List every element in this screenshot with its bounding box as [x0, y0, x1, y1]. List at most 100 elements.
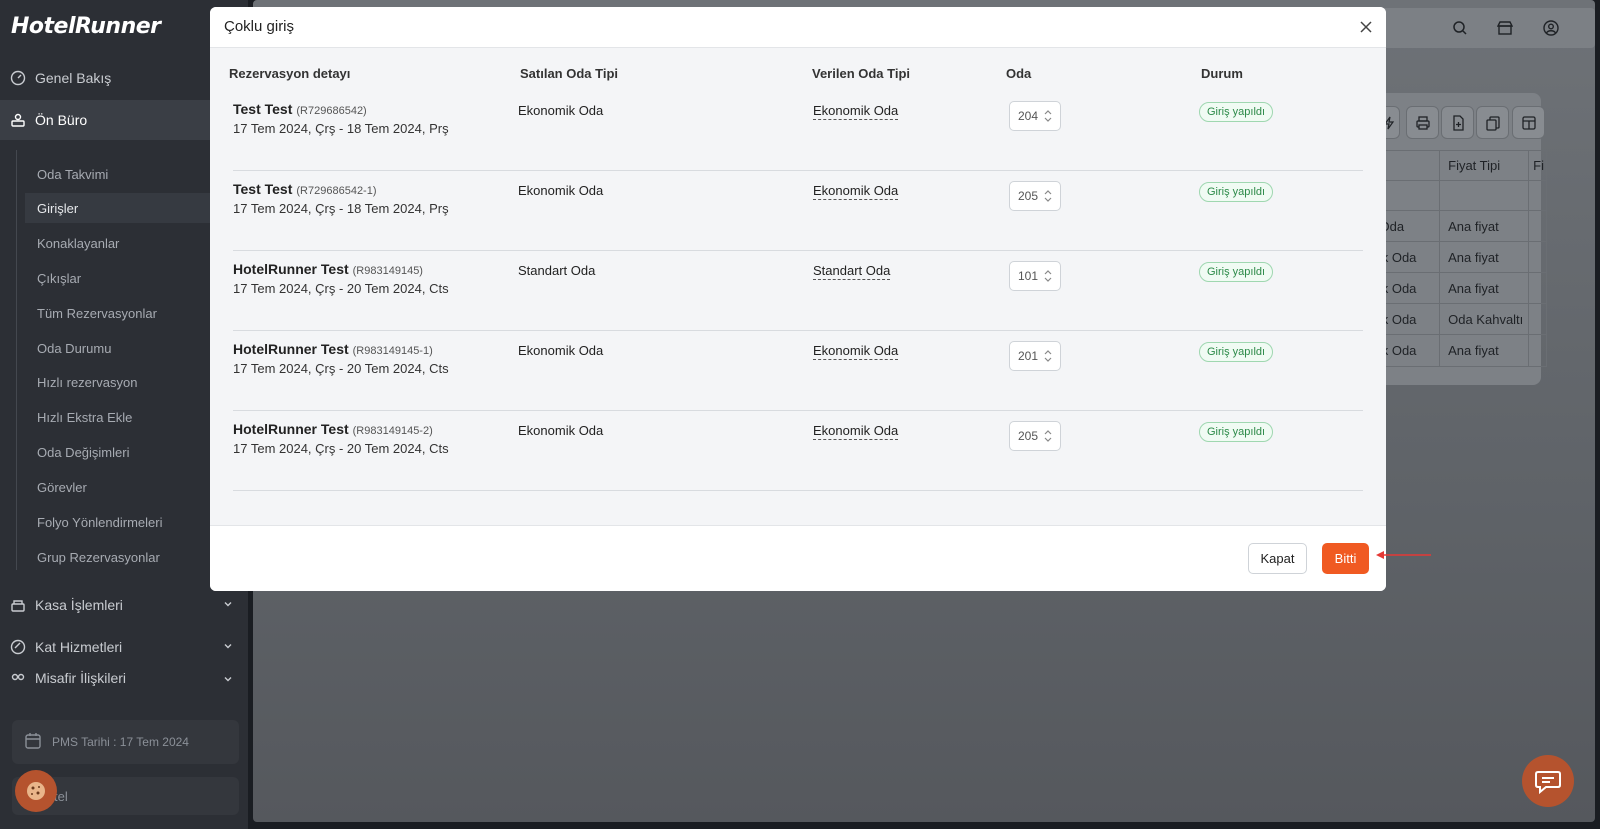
room-select[interactable]: 204 — [1009, 101, 1061, 131]
multi-checkin-modal: Çoklu giriş Rezervasyon detayı Satılan O… — [210, 7, 1386, 591]
nav-guest-relations-label: Misafir İlişkileri — [35, 670, 126, 686]
table-row: Test Test (R729686542-1) 17 Tem 2024, Çrş… — [233, 171, 1363, 251]
guest-name: Test Test (R729686542) — [233, 101, 367, 117]
add-document-icon[interactable] — [1441, 106, 1474, 139]
nav-cash-operations-label: Kasa İşlemleri — [35, 597, 123, 613]
pms-date: PMS Tarihi : 17 Tem 2024 — [12, 720, 239, 764]
pms-date-label: PMS Tarihi : 17 Tem 2024 — [52, 735, 189, 749]
table-cell: Ana fiyat — [1439, 211, 1528, 241]
guest-name-text: Test Test — [233, 181, 293, 197]
column-header-given-type: Verilen Oda Tipi — [812, 66, 911, 81]
annotation-arrow-icon — [1374, 548, 1432, 562]
reservation-code: (R729686542-1) — [296, 185, 377, 197]
nav-guest-relations[interactable]: Misafir İlişkileri — [0, 668, 248, 692]
room-select-value: 204 — [1018, 109, 1039, 123]
close-icon[interactable] — [1356, 17, 1376, 37]
stay-dates: 17 Tem 2024, Çrş - 20 Tem 2024, Cts — [233, 441, 449, 456]
chevron-down-icon — [222, 639, 234, 655]
table-row: mik Oda Ana fiyat — [1368, 273, 1546, 304]
room-select[interactable]: 205 — [1009, 421, 1061, 451]
table-cell — [1528, 242, 1546, 272]
nav-housekeeping[interactable]: Kat Hizmetleri — [0, 627, 248, 667]
nav-cash-operations[interactable]: Kasa İşlemleri — [0, 585, 248, 625]
table-row: HotelRunner Test (R983149145-2) 17 Tem 20… — [233, 411, 1363, 491]
room-select[interactable]: 101 — [1009, 261, 1061, 291]
store-icon[interactable] — [1495, 18, 1515, 38]
guest-name-text: HotelRunner Test — [233, 341, 349, 357]
chat-icon[interactable] — [1522, 755, 1574, 807]
stay-dates: 17 Tem 2024, Çrş - 20 Tem 2024, Cts — [233, 361, 449, 376]
close-button[interactable]: Kapat — [1248, 543, 1307, 574]
room-select-value: 205 — [1018, 429, 1039, 443]
table-row: Test Test (R729686542) 17 Tem 2024, Çrş -… — [233, 91, 1363, 171]
nav-housekeeping-label: Kat Hizmetleri — [35, 639, 123, 655]
room-select[interactable]: 205 — [1009, 181, 1061, 211]
updown-icon — [1044, 110, 1052, 125]
reservation-code: (R983149145) — [352, 265, 423, 277]
room-select[interactable]: 201 — [1009, 341, 1061, 371]
given-room-type[interactable]: Ekonomik Oda — [813, 423, 899, 440]
table-filter-cell — [1439, 181, 1528, 210]
chevron-down-icon — [222, 672, 234, 688]
room-select-value: 101 — [1018, 269, 1039, 283]
nav-front-desk-label: Ön Büro — [35, 112, 88, 128]
updown-icon — [1044, 350, 1052, 365]
brand-logo: HotelRunner — [11, 14, 161, 39]
user-icon[interactable] — [1541, 18, 1561, 38]
reservation-code: (R983149145-2) — [352, 425, 433, 437]
status-badge: Giriş yapıldı — [1199, 182, 1274, 202]
guest-name: Test Test (R729686542-1) — [233, 181, 377, 197]
room-select-value: 201 — [1018, 349, 1039, 363]
table-cell: Ana fiyat — [1439, 242, 1528, 272]
given-room-type[interactable]: Ekonomik Oda — [813, 343, 899, 360]
table-row: mik Oda Ana fiyat — [1368, 335, 1546, 366]
column-header-sold-type: Satılan Oda Tipi — [520, 66, 619, 81]
done-button[interactable]: Bitti — [1322, 543, 1369, 574]
guest-name-text: Test Test — [233, 101, 293, 117]
layout-icon[interactable] — [1512, 106, 1545, 139]
stay-dates: 17 Tem 2024, Çrş - 18 Tem 2024, Prş — [233, 201, 449, 216]
table-row: HotelRunner Test (R983149145) 17 Tem 2024… — [233, 251, 1363, 331]
search-icon[interactable] — [1450, 18, 1470, 38]
table-header-cell: Fi — [1528, 151, 1546, 180]
guest-name: HotelRunner Test (R983149145-2) — [233, 421, 433, 437]
reservation-code: (R983149145-1) — [352, 345, 433, 357]
guest-relations-icon — [9, 670, 27, 688]
updown-icon — [1044, 190, 1052, 205]
status-badge: Giriş yapıldı — [1199, 342, 1274, 362]
table-cell — [1528, 273, 1546, 303]
reservation-code: (R729686542) — [296, 105, 367, 117]
print-icon[interactable] — [1406, 106, 1439, 139]
table-filter-cell — [1528, 181, 1546, 210]
table-row: mik Oda Oda Kahvaltı — [1368, 304, 1546, 335]
given-room-type[interactable]: Ekonomik Oda — [813, 183, 899, 200]
sold-room-type: Ekonomik Oda — [518, 423, 604, 438]
front-desk-icon — [9, 111, 27, 129]
table-cell — [1528, 211, 1546, 241]
modal-footer: Kapat Bitti — [210, 525, 1386, 591]
table-cell: Ana fiyat — [1439, 335, 1528, 366]
updown-icon — [1044, 430, 1052, 445]
sold-room-type: Ekonomik Oda — [518, 183, 604, 198]
sold-room-type: Standart Oda — [518, 263, 596, 278]
modal-header: Çoklu giriş — [210, 7, 1386, 48]
status-badge: Giriş yapıldı — [1199, 422, 1274, 442]
housekeeping-icon — [9, 638, 27, 656]
given-room-type[interactable]: Ekonomik Oda — [813, 103, 899, 120]
table-filter-row — [1368, 181, 1546, 211]
copy-document-icon[interactable] — [1476, 106, 1509, 139]
stay-dates: 17 Tem 2024, Çrş - 18 Tem 2024, Prş — [233, 121, 449, 136]
status-badge: Giriş yapıldı — [1199, 262, 1274, 282]
given-room-type[interactable]: Standart Oda — [813, 263, 891, 280]
table-cell — [1528, 304, 1546, 334]
table-cell: Oda Kahvaltı — [1439, 304, 1528, 334]
table-row: HotelRunner Test (R983149145-1) 17 Tem 20… — [233, 331, 1363, 411]
column-header-room: Oda — [1006, 66, 1032, 81]
column-header-detail: Rezervasyon detayı — [229, 66, 351, 81]
guest-name-text: HotelRunner Test — [233, 421, 349, 437]
stay-dates: 17 Tem 2024, Çrş - 20 Tem 2024, Cts — [233, 281, 449, 296]
table-cell: Ana fiyat — [1439, 273, 1528, 303]
guest-name-text: HotelRunner Test — [233, 261, 349, 277]
cookie-icon[interactable] — [15, 770, 57, 812]
room-select-value: 205 — [1018, 189, 1039, 203]
